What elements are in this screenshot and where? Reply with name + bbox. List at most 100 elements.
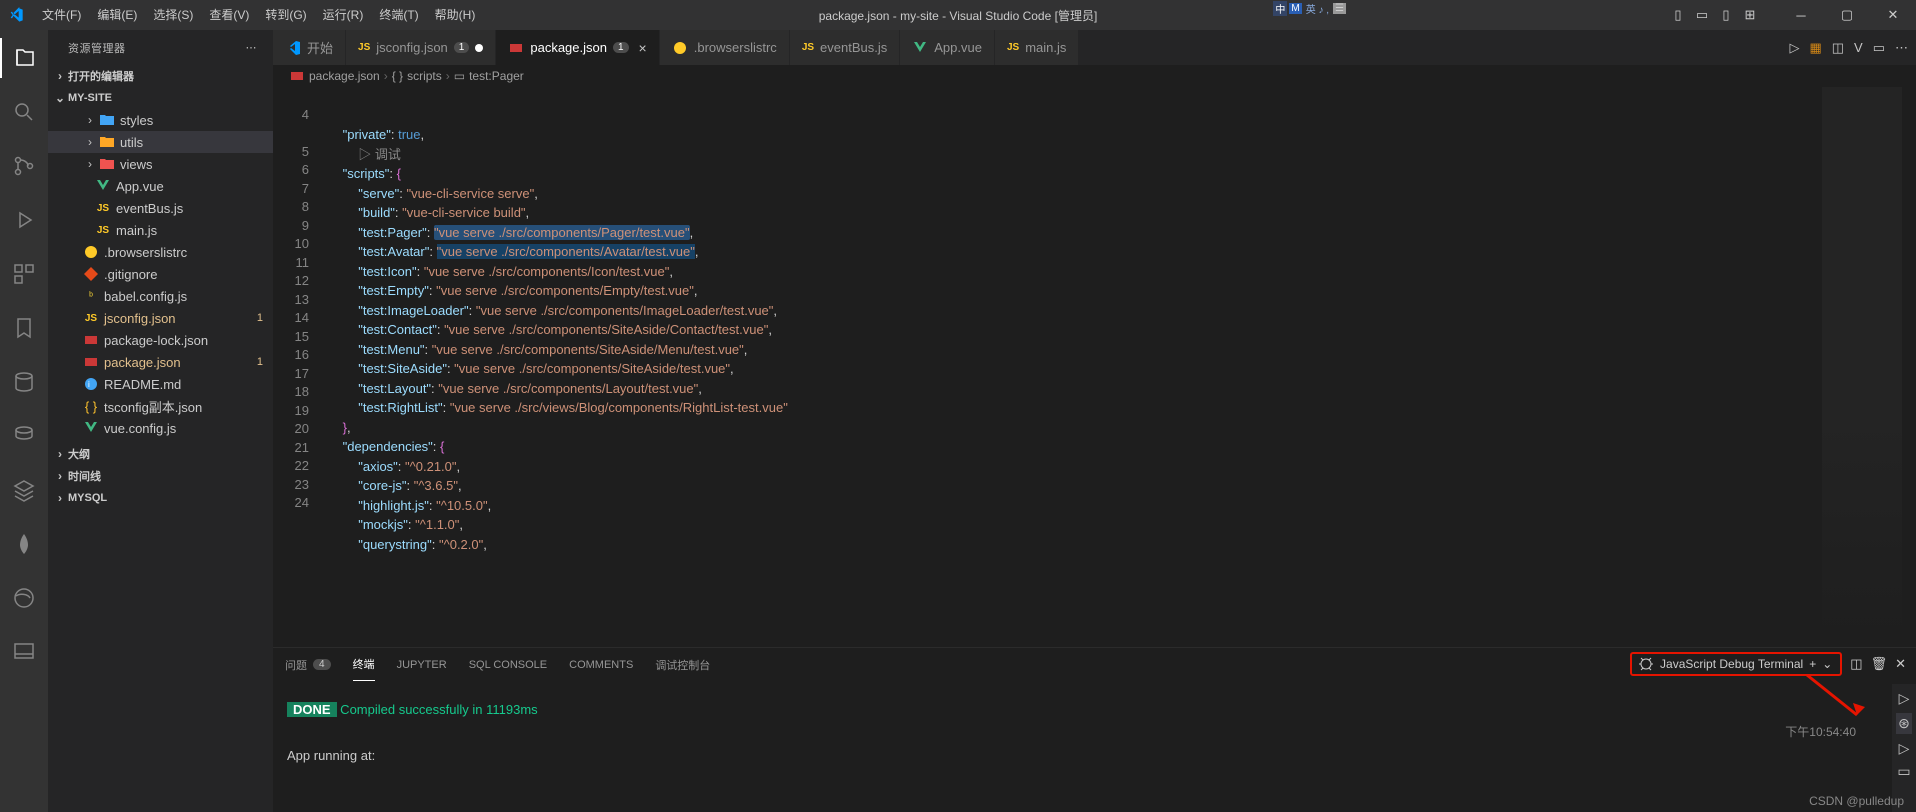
- tab-eventbus[interactable]: JSeventBus.js: [790, 30, 900, 65]
- tabs-bar: 开始 JSjsconfig.json1 package.json1× .brow…: [273, 30, 1916, 65]
- activity-explorer-icon[interactable]: [0, 38, 48, 78]
- file-jsconfig[interactable]: JSjsconfig.json1: [48, 307, 273, 329]
- menu-edit[interactable]: 编辑(E): [89, 0, 145, 30]
- activity-scm-icon[interactable]: [0, 146, 48, 186]
- watermark: CSDN @pulledup: [1809, 794, 1904, 808]
- activity-debug-icon[interactable]: [0, 200, 48, 240]
- sidebar-more-icon[interactable]: ⋯: [246, 41, 258, 54]
- panel-tab-sqlconsole[interactable]: SQL CONSOLE: [469, 648, 547, 681]
- compare-icon[interactable]: ▦: [1809, 40, 1821, 56]
- file-babel[interactable]: ᵇbabel.config.js: [48, 285, 273, 307]
- terminal-timestamp: 下午10:54:40: [1785, 723, 1856, 740]
- activity-database2-icon[interactable]: [0, 416, 48, 456]
- menu-terminal[interactable]: 终端(T): [371, 0, 426, 30]
- line-numbers: 4 56789101112131415161718192021222324: [273, 87, 327, 647]
- file-package[interactable]: package.json1: [48, 351, 273, 373]
- panel-tab-comments[interactable]: COMMENTS: [569, 648, 633, 681]
- menu-goto[interactable]: 转到(G): [257, 0, 314, 30]
- layout-toggle-right-icon[interactable]: ▯: [1718, 7, 1734, 23]
- more-icon[interactable]: ⋯: [1895, 40, 1908, 56]
- terminal-selector[interactable]: JavaScript Debug Terminal + ⌄: [1630, 652, 1842, 676]
- panel-tab-debugconsole[interactable]: 调试控制台: [655, 648, 710, 681]
- dirty-icon: [475, 44, 483, 52]
- menu-run[interactable]: 运行(R): [315, 0, 372, 30]
- bottom-panel: 问题4 终端 JUPYTER SQL CONSOLE COMMENTS 调试控制…: [273, 647, 1916, 812]
- panel-tab-problems[interactable]: 问题4: [285, 648, 331, 681]
- open-editors-section[interactable]: ›打开的编辑器: [48, 65, 273, 87]
- minimize-button[interactable]: ─: [1778, 0, 1824, 30]
- tab-jsconfig[interactable]: JSjsconfig.json1: [346, 30, 496, 65]
- v-icon[interactable]: V: [1854, 40, 1863, 55]
- panel-tab-terminal[interactable]: 终端: [353, 648, 375, 681]
- folder-styles[interactable]: ›styles: [48, 109, 273, 131]
- file-packagelock[interactable]: package-lock.json: [48, 329, 273, 351]
- svg-text:i: i: [88, 380, 90, 389]
- activity-mongodb-icon[interactable]: [0, 524, 48, 564]
- bug-icon: [1638, 656, 1654, 672]
- panel-tab-jupyter[interactable]: JUPYTER: [397, 648, 447, 681]
- split-icon[interactable]: ◫: [1832, 40, 1844, 56]
- activity-extensions-icon[interactable]: [0, 254, 48, 294]
- activity-panel-icon[interactable]: [0, 632, 48, 672]
- activity-edge-icon[interactable]: [0, 578, 48, 618]
- terminal-item-1-icon[interactable]: ▷: [1899, 690, 1910, 707]
- menu-view[interactable]: 查看(V): [201, 0, 257, 30]
- activity-search-icon[interactable]: [0, 92, 48, 132]
- split-terminal-icon[interactable]: ◫: [1850, 656, 1862, 672]
- vscode-logo-icon: [8, 7, 24, 23]
- title-bar: 文件(F) 编辑(E) 选择(S) 查看(V) 转到(G) 运行(R) 终端(T…: [0, 0, 1916, 30]
- file-gitignore[interactable]: .gitignore: [48, 263, 273, 285]
- chevron-down-icon[interactable]: ⌄: [1822, 657, 1832, 671]
- minimap[interactable]: [1822, 87, 1902, 647]
- terminal-item-4-icon[interactable]: ▭: [1897, 763, 1910, 780]
- close-button[interactable]: ✕: [1870, 0, 1916, 30]
- run-icon[interactable]: ▷: [1789, 40, 1799, 56]
- activity-database-icon[interactable]: [0, 362, 48, 402]
- tab-package[interactable]: package.json1×: [496, 30, 659, 65]
- menu-bar: 文件(F) 编辑(E) 选择(S) 查看(V) 转到(G) 运行(R) 终端(T…: [34, 0, 483, 30]
- terminal-sidebar: ▷ ⊛ ▷ ▭: [1892, 684, 1916, 812]
- sidebar-title: 资源管理器: [68, 40, 126, 56]
- maximize-button[interactable]: ▢: [1824, 0, 1870, 30]
- file-eventbus[interactable]: JSeventBus.js: [48, 197, 273, 219]
- file-browserslistrc[interactable]: .browserslistrc: [48, 241, 273, 263]
- file-tsconfig[interactable]: { }tsconfig副本.json: [48, 395, 273, 417]
- menu-file[interactable]: 文件(F): [34, 0, 89, 30]
- terminal-output[interactable]: DONE Compiled successfully in 11193ms Ap…: [273, 681, 1916, 812]
- layout-toggle-bottom-icon[interactable]: ▭: [1694, 7, 1710, 23]
- tab-app-vue[interactable]: App.vue: [900, 30, 995, 65]
- terminal-item-3-icon[interactable]: ▷: [1899, 740, 1910, 757]
- main-editor-area: 开始 JSjsconfig.json1 package.json1× .brow…: [273, 30, 1916, 812]
- project-section[interactable]: ⌄MY-SITE: [48, 87, 273, 109]
- layout-toggle-left-icon[interactable]: ▯: [1670, 7, 1686, 23]
- menu-help[interactable]: 帮助(H): [427, 0, 484, 30]
- activity-bar: [0, 30, 48, 812]
- plus-icon[interactable]: +: [1809, 657, 1816, 671]
- menu-select[interactable]: 选择(S): [145, 0, 201, 30]
- terminal-item-bug-icon[interactable]: ⊛: [1896, 713, 1912, 734]
- tab-main[interactable]: JSmain.js: [995, 30, 1079, 65]
- outline-section[interactable]: ›大纲: [48, 443, 273, 465]
- activity-layers-icon[interactable]: [0, 470, 48, 510]
- trash-icon[interactable]: 🗑: [1871, 656, 1888, 672]
- mysql-section[interactable]: ›MYSQL: [48, 487, 273, 509]
- tab-start[interactable]: 开始: [273, 30, 346, 65]
- file-readme[interactable]: iREADME.md: [48, 373, 273, 395]
- timeline-section[interactable]: ›时间线: [48, 465, 273, 487]
- panel-close-icon[interactable]: ✕: [1895, 656, 1906, 672]
- file-main[interactable]: JSmain.js: [48, 219, 273, 241]
- sidebar: 资源管理器 ⋯ ›打开的编辑器 ⌄MY-SITE ›styles ›utils …: [48, 30, 273, 812]
- file-app-vue[interactable]: App.vue: [48, 175, 273, 197]
- folder-utils[interactable]: ›utils: [48, 131, 273, 153]
- close-icon[interactable]: ×: [639, 40, 647, 56]
- file-vueconfig[interactable]: vue.config.js: [48, 417, 273, 439]
- tab-browserslistrc[interactable]: .browserslistrc: [660, 30, 790, 65]
- window-title: package.json - my-site - Visual Studio C…: [819, 7, 1098, 24]
- activity-bookmark-icon[interactable]: [0, 308, 48, 348]
- code-editor[interactable]: 4 56789101112131415161718192021222324 "p…: [273, 87, 1916, 647]
- customize-layout-icon[interactable]: ⊞: [1742, 7, 1758, 23]
- breadcrumb[interactable]: package.json› { }scripts› ▭test:Pager: [273, 65, 1916, 87]
- code-content[interactable]: "private": true, ▷ 调试 "scripts": { "serv…: [327, 87, 788, 647]
- layout-icon[interactable]: ▭: [1873, 40, 1885, 56]
- folder-views[interactable]: ›views: [48, 153, 273, 175]
